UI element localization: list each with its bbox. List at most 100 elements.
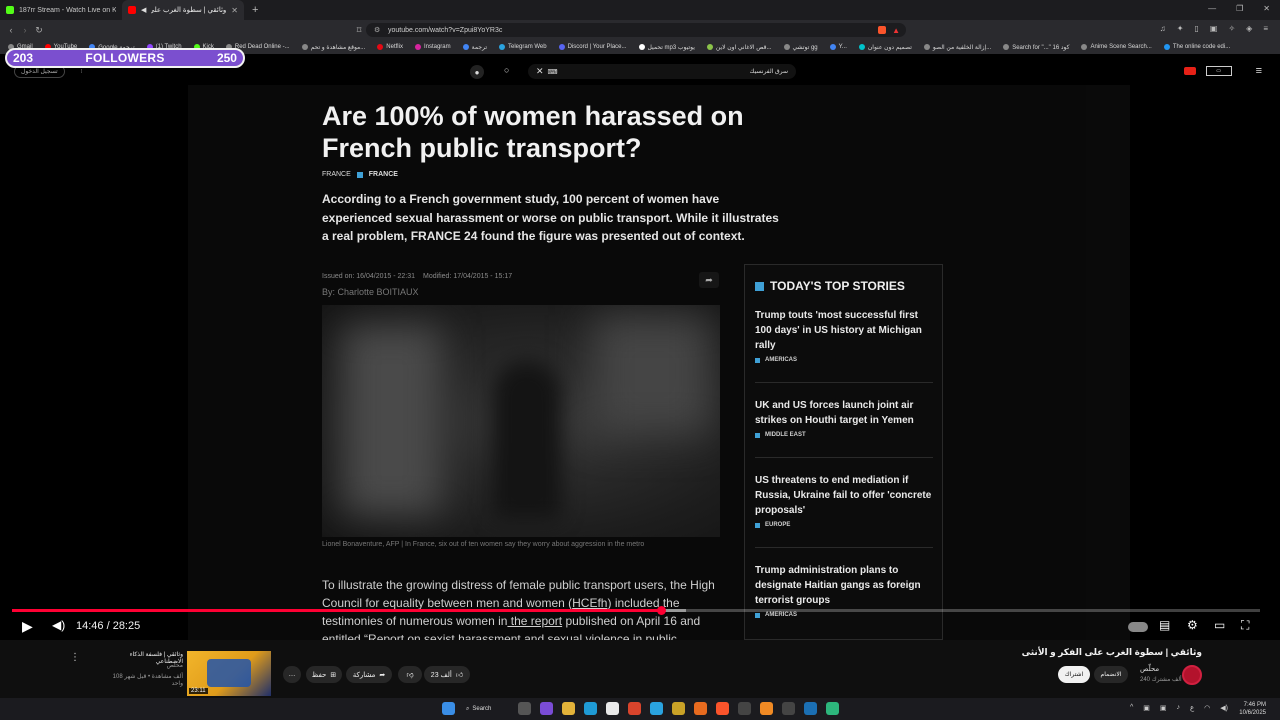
like-button[interactable]: 23 ألف 👍︎ [424,666,470,683]
story-item[interactable]: Trump touts 'most successful first 100 d… [755,308,935,383]
bookmark-item[interactable]: ترجمة [462,44,487,51]
puzzle-icon[interactable]: ✦ [1177,24,1184,33]
youtube-logo-icon[interactable] [1183,67,1196,75]
chrome-icon[interactable] [628,702,641,715]
search-icon[interactable]: ○ [504,65,509,75]
copilot-icon[interactable] [540,702,553,715]
bookmark-item[interactable]: Netflix [377,44,403,50]
story-item[interactable]: US threatens to end mediation if Russia,… [755,473,935,548]
wifi-icon[interactable]: ◠ [1204,704,1210,712]
app-icon[interactable] [760,702,773,715]
story-tag[interactable]: MIDDLE EAST [755,432,935,438]
keyboard-icon[interactable]: ⌨ [548,68,558,76]
bookmark-item[interactable]: Discord | Your Place... [558,44,627,50]
fullscreen-icon[interactable]: ⛶ [1241,618,1249,633]
channel-avatar[interactable] [1182,665,1202,685]
app-icon[interactable] [672,702,685,715]
app-icon[interactable] [738,702,751,715]
speaker-icon[interactable]: ◀ [141,6,146,14]
bookmark-item[interactable]: Telegram Web [499,44,547,50]
tab-youtube-video[interactable]: ◀ وثائقي | سطوة الغرب على الذ... ✕ [122,0,244,20]
related-video-thumbnail[interactable]: 23:11 [187,651,271,696]
share-button[interactable]: مشاركة ➦ [346,666,392,683]
site-info-icon[interactable]: ⚙ [374,26,380,34]
clear-search-icon[interactable]: ✕ [536,66,544,77]
language-icon[interactable]: ﻉ [1190,704,1194,712]
bookmark-item[interactable]: Search for "..." 16 كود [1003,44,1069,51]
body-link[interactable]: HCEfh [572,596,607,610]
story-title[interactable]: Trump administration plans to designate … [755,563,935,608]
close-tab-icon[interactable]: ✕ [231,6,238,15]
chevron-up-icon[interactable]: ^ [1130,704,1133,712]
bookmark-item[interactable]: قص الاغاني اون لاين... [706,44,772,51]
story-title[interactable]: Trump touts 'most successful first 100 d… [755,308,935,353]
maximize-icon[interactable]: ❐ [1236,4,1243,13]
app-icon[interactable] [694,702,707,715]
search-input[interactable]: ✕ ⌨ سرق الفرنسيك [528,64,796,79]
brave-icon[interactable] [716,702,729,715]
youtube-wordmark-icon[interactable]: ▭ [1205,66,1232,76]
bookmark-item[interactable]: تصميم دون عنوان [858,44,912,51]
tray-app-icon[interactable]: ▣ [1160,704,1167,712]
store-icon[interactable] [606,702,619,715]
channel-name[interactable]: محلّص [1140,665,1159,673]
edge-icon[interactable] [584,702,597,715]
settings-icon[interactable]: ⚙ [1187,618,1198,632]
telegram-icon[interactable] [650,702,663,715]
share-icon[interactable]: ➦ [699,272,719,288]
taskbar-search[interactable]: ⌕ Search [466,702,506,716]
volume-icon[interactable]: ◀) [52,618,65,632]
clock[interactable]: 7:46 PM 10/6/2025 [1239,701,1266,717]
steam-icon[interactable] [804,702,817,715]
brave-rewards-icon[interactable]: ▲ [892,26,900,35]
extension-icon[interactable]: ♫ [1160,24,1166,33]
theater-mode-icon[interactable]: ▭ [1214,618,1225,632]
story-title[interactable]: US threatens to end mediation if Russia,… [755,473,935,518]
bookmark-item[interactable]: The online code edi... [1163,44,1230,50]
bookmark-item[interactable]: تحميل mp3 يوتيوب [638,44,695,51]
bookmark-item[interactable]: Anime Scene Search... [1081,44,1152,50]
story-item[interactable]: UK and US forces launch joint air strike… [755,398,935,458]
autoplay-toggle[interactable] [1128,622,1148,632]
related-more-icon[interactable]: ⋮ [70,652,80,663]
tray-app-icon[interactable]: ▣ [1143,704,1150,712]
bookmark-item[interactable]: موقع مشاهدة و تحم... [301,44,365,51]
more-actions-button[interactable]: … [283,666,301,683]
microphone-icon[interactable]: ♪ [1176,704,1180,712]
menu-icon[interactable]: ≡ [1263,24,1268,33]
minimize-icon[interactable]: — [1208,4,1216,13]
tab-kick-stream[interactable]: 187rr Stream - Watch Live on Kick [0,0,122,20]
new-tab-button[interactable]: + [244,4,258,16]
reload-icon[interactable]: ↻ [32,25,46,36]
hamburger-menu-icon[interactable]: ≡ [1256,65,1262,77]
subtitles-icon[interactable]: ▤ [1159,618,1170,632]
story-title[interactable]: UK and US forces launch joint air strike… [755,398,935,428]
dislike-button[interactable]: 👎︎ [398,666,422,683]
app-icon[interactable] [826,702,839,715]
related-video-channel[interactable]: محلّص [108,662,183,669]
voice-search-icon[interactable]: ● [470,65,484,79]
story-tag[interactable]: EUROPE [755,522,935,528]
volume-icon[interactable]: ◀) [1220,704,1228,712]
subscribe-button[interactable]: اشتراك [1058,666,1090,683]
app-icon[interactable] [782,702,795,715]
brave-shield-icon[interactable] [878,26,886,34]
leo-icon[interactable]: ✧ [1228,24,1235,33]
forward-icon[interactable]: › [18,25,32,35]
play-icon[interactable]: ▶ [22,618,33,635]
bookmark-item[interactable]: Y... [829,44,847,50]
back-icon[interactable]: ‹ [4,25,18,35]
bookmark-item[interactable]: توتشي gg [783,44,818,51]
sidebar-icon[interactable]: ▯ [1195,24,1199,33]
file-explorer-icon[interactable] [562,702,575,715]
vpn-icon[interactable]: ◈ [1246,24,1252,33]
story-tag[interactable]: AMERICAS [755,357,935,363]
bookmark-icon[interactable]: ⌑ [352,25,366,36]
breadcrumb-item-active[interactable]: FRANCE [369,171,398,178]
url-field[interactable]: ⚙ youtube.com/watch?v=Zpui8YoYR3c ▲ [366,23,906,37]
bookmark-item[interactable]: Instagram [414,44,451,50]
bookmark-item[interactable]: إزالة الخلفية من الصو... [923,44,991,51]
task-view-icon[interactable] [518,702,531,715]
windows-start-icon[interactable] [442,702,455,715]
save-button[interactable]: حفظ ⊞ [306,666,342,683]
